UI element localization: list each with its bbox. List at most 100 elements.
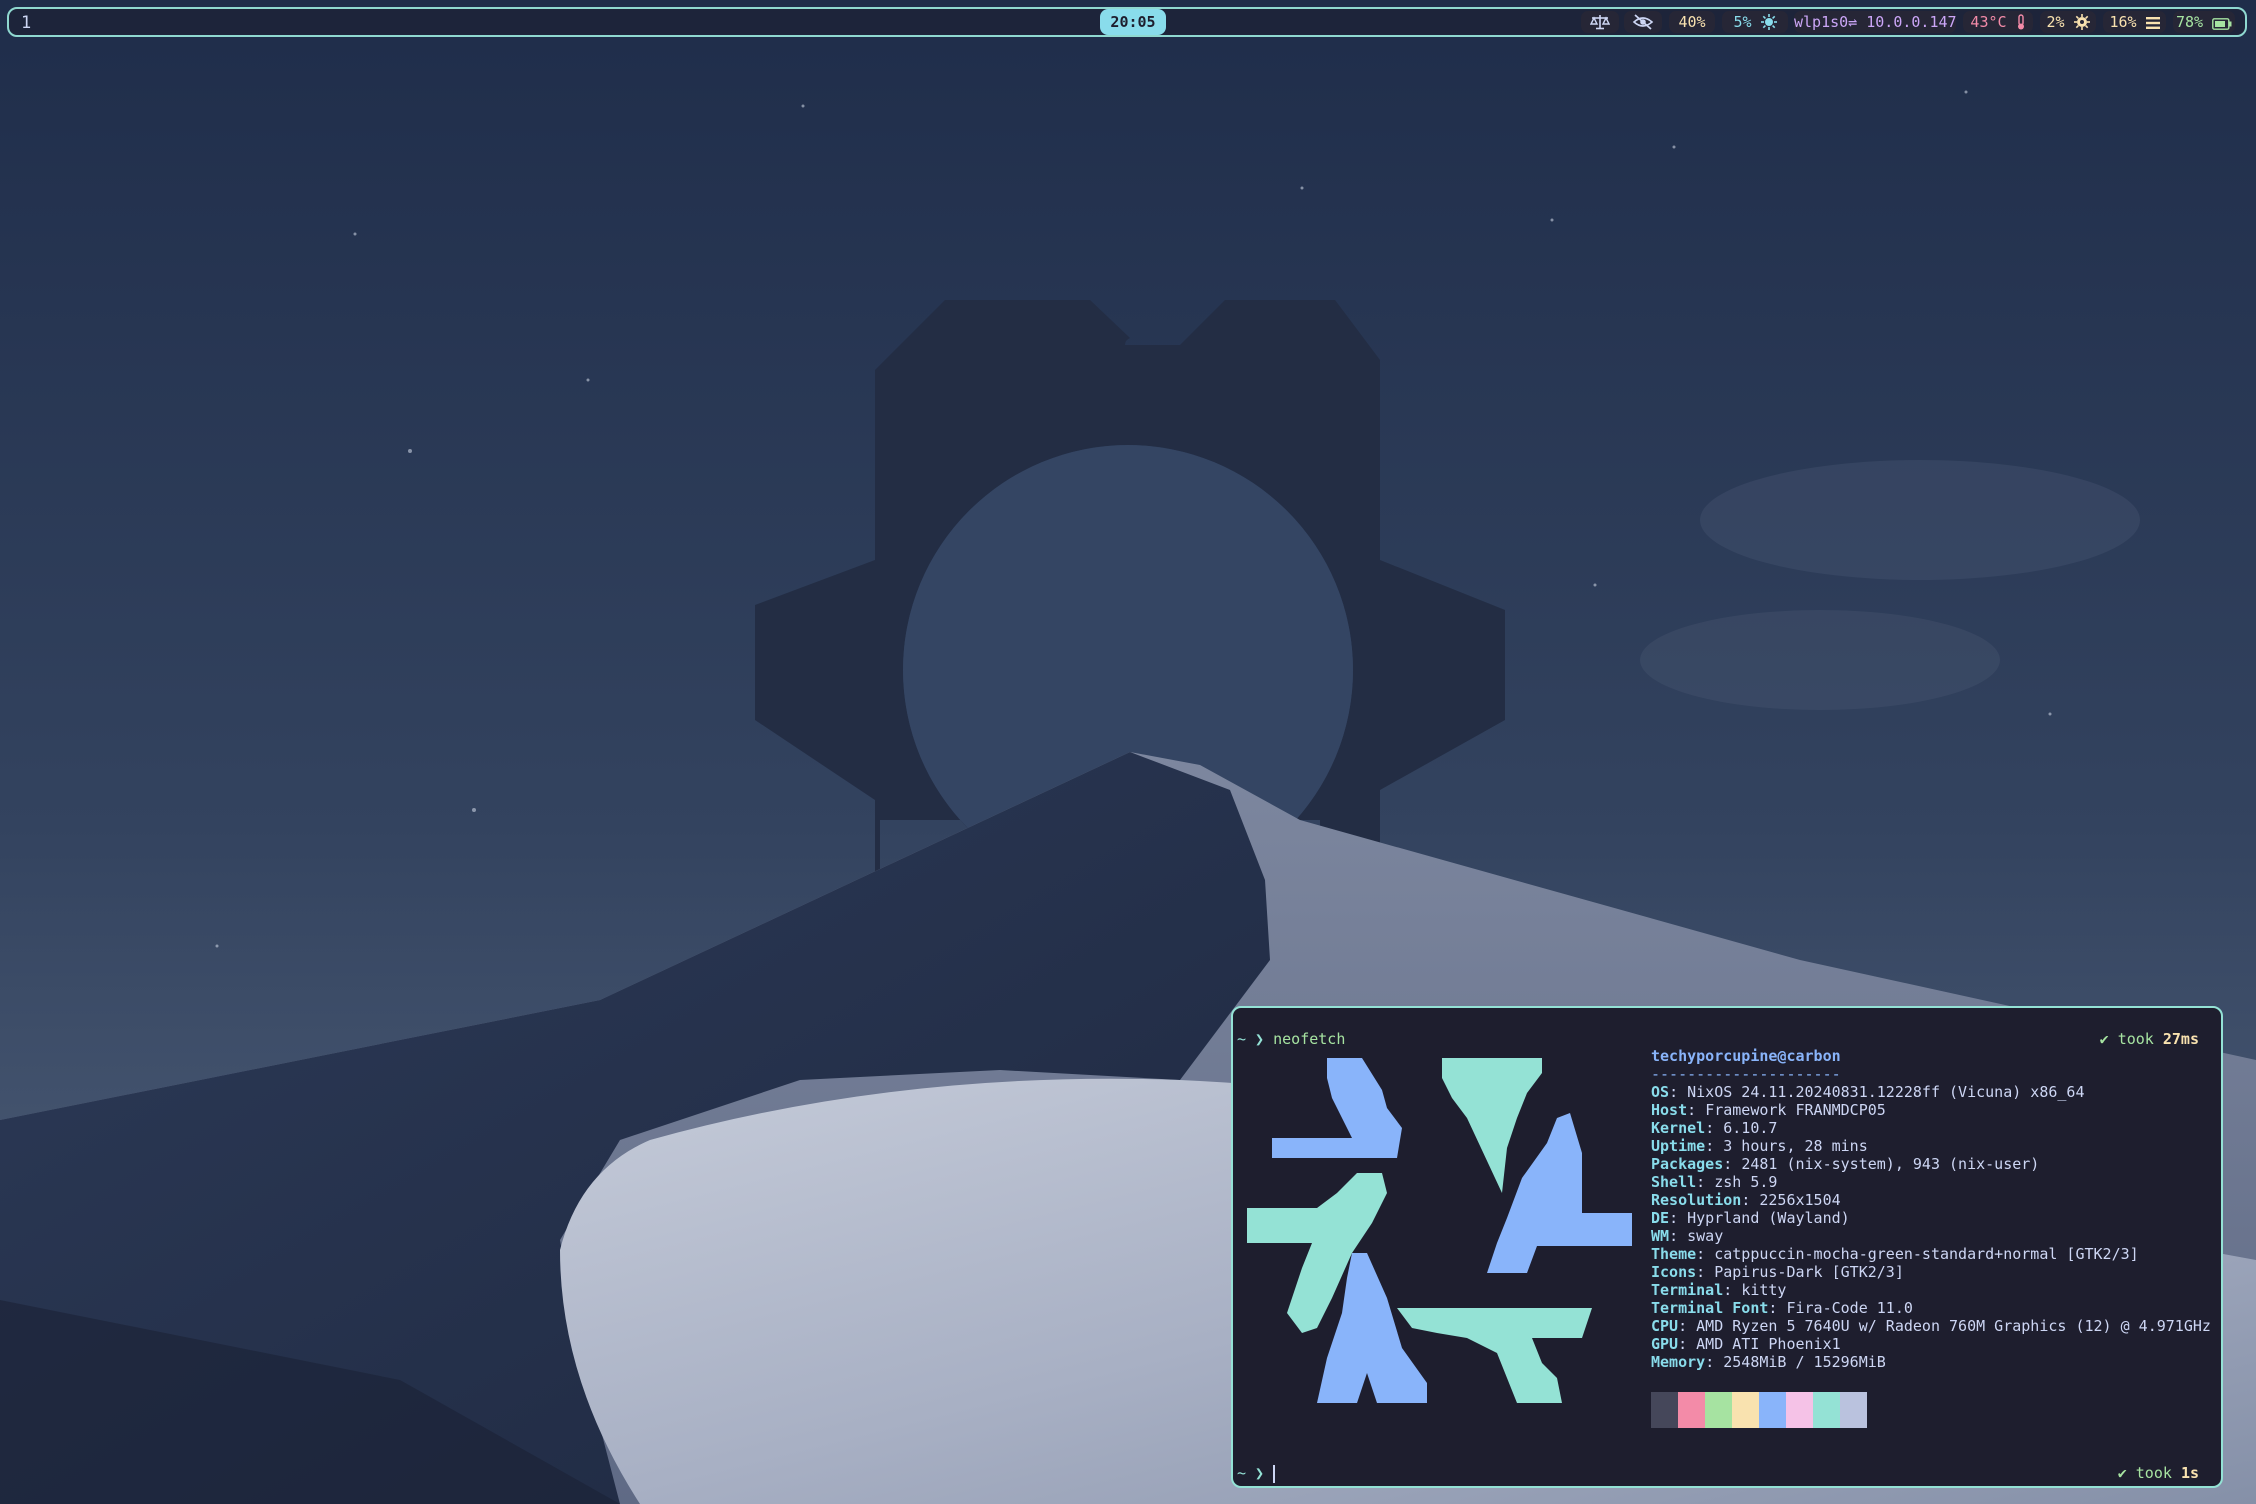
palette-swatch [1705,1392,1732,1428]
memory-module[interactable]: 16% [2103,11,2166,33]
color-palette [1651,1392,1867,1428]
info-colon: : [1678,1317,1697,1335]
info-key: DE [1651,1209,1670,1227]
info-row: OS: NixOS 24.11.20240831.12228ff (Vicuna… [1651,1083,2211,1101]
eye-off-icon [1632,14,1654,30]
info-colon: : [1741,1191,1760,1209]
user-host-title: techyporcupine@carbon [1651,1047,1841,1065]
info-row: GPU: AMD ATI Phoenix1 [1651,1335,2211,1353]
network-module[interactable]: wlp1s0⇌ 10.0.0.147 [1794,11,1957,33]
info-value: Hyprland (Wayland) [1687,1209,1850,1227]
desktop: 1 20:05 40% 5% wlp1s0⇌ 10.0.0.147 43°C 2… [0,0,2256,1504]
thermometer-icon [2017,14,2024,30]
volume-module[interactable]: 40% [1669,11,1715,33]
palette-swatch [1840,1392,1867,1428]
brightness-value: 5% [1733,13,1752,31]
info-value: Fira-Code 11.0 [1786,1299,1913,1317]
info-key: Packages [1651,1155,1724,1173]
took-second: ✔ took 1s [2118,1464,2199,1482]
palette-swatch [1732,1392,1759,1428]
info-row: DE: Hyprland (Wayland) [1651,1209,2211,1227]
info-colon: : [1696,1263,1715,1281]
info-value: 2481 (nix-system), 943 (nix-user) [1741,1155,2040,1173]
info-key: Kernel [1651,1119,1706,1137]
info-value: zsh 5.9 [1714,1173,1778,1191]
took-value: 1s [2180,1464,2199,1482]
info-colon: : [1723,1155,1742,1173]
info-row: Shell: zsh 5.9 [1651,1173,2211,1191]
prompt-line: ~ ❯ [1237,1464,1264,1482]
info-key: Terminal [1651,1281,1724,1299]
terminal-window[interactable]: ~ ❯ neofetch ✔ took 27ms techyporcupine@… [1231,1006,2223,1488]
took-label: ✔ took [2099,1030,2154,1048]
battery-module[interactable]: 78% [2173,11,2235,33]
workspace-indicator[interactable]: 1 [21,13,31,33]
info-key: WM [1651,1227,1670,1245]
info-row: Kernel: 6.10.7 [1651,1119,2211,1137]
brightness-module[interactable]: 5% [1722,11,1788,33]
info-row: WM: sway [1651,1227,2211,1245]
info-row: Uptime: 3 hours, 28 mins [1651,1137,2211,1155]
text-cursor [1273,1465,1275,1483]
info-key: Resolution [1651,1191,1742,1209]
info-value: Framework FRANMDCP05 [1705,1101,1886,1119]
memory-value: 16% [2109,13,2137,31]
info-row: CPU: AMD Ryzen 5 7640U w/ Radeon 760M Gr… [1651,1317,2211,1335]
info-key: Terminal Font [1651,1299,1769,1317]
info-colon: : [1696,1173,1715,1191]
info-key: Theme [1651,1245,1697,1263]
clock[interactable]: 20:05 [1100,9,1166,35]
info-colon: : [1669,1209,1688,1227]
info-row: Resolution: 2256x1504 [1651,1191,2211,1209]
info-value: kitty [1741,1281,1787,1299]
memory-icon [2145,17,2160,29]
network-value: wlp1s0⇌ 10.0.0.147 [1794,13,1957,31]
info-colon: : [1669,1227,1688,1245]
info-row: Icons: Papirus-Dark [GTK2/3] [1651,1263,2211,1281]
info-colon: : [1687,1101,1706,1119]
palette-swatch [1786,1392,1813,1428]
cpu-value: 2% [2046,13,2065,31]
info-value: 3 hours, 28 mins [1723,1137,1868,1155]
info-rows: OS: NixOS 24.11.20240831.12228ff (Vicuna… [1651,1083,2211,1371]
info-row: Theme: catppuccin-mocha-green-standard+n… [1651,1245,2211,1263]
info-value: AMD Ryzen 5 7640U w/ Radeon 760M Graphic… [1696,1317,2211,1335]
scale-icon [1589,15,1611,30]
command-text: neofetch [1273,1030,1346,1048]
info-key: Uptime [1651,1137,1706,1155]
info-value: 6.10.7 [1723,1119,1778,1137]
info-value: 2256x1504 [1759,1191,1841,1209]
title-separator: --------------------- [1651,1065,1841,1083]
palette-swatch [1651,1392,1678,1428]
eye-module[interactable] [1624,11,1662,33]
battery-icon [2212,18,2232,30]
info-value: Papirus-Dark [GTK2/3] [1714,1263,1904,1281]
info-colon: : [1669,1083,1688,1101]
took-label: ✔ took [2117,1464,2172,1482]
system-info: techyporcupine@carbon ------------------… [1651,1047,2211,1371]
took-first: ✔ took 27ms [2100,1030,2199,1048]
info-key: Memory [1651,1353,1706,1371]
prompt-symbol: ~ ❯ [1237,1030,1265,1048]
info-key: GPU [1651,1335,1679,1353]
cpu-icon [2073,14,2090,30]
info-key: CPU [1651,1317,1679,1335]
nixos-logo [1247,1058,1632,1403]
temperature-module[interactable]: 43°C [1963,11,2033,33]
palette-swatch [1678,1392,1705,1428]
info-key: Host [1651,1101,1688,1119]
top-bar: 1 20:05 40% 5% wlp1s0⇌ 10.0.0.147 43°C 2… [7,7,2247,37]
info-row: Memory: 2548MiB / 15296MiB [1651,1353,2211,1371]
info-key: Icons [1651,1263,1697,1281]
prompt-symbol: ~ ❯ [1237,1464,1265,1482]
info-value: NixOS 24.11.20240831.12228ff (Vicuna) x8… [1687,1083,2085,1101]
info-row: Terminal: kitty [1651,1281,2211,1299]
info-key: Shell [1651,1173,1697,1191]
command-line: ~ ❯ neofetch [1237,1030,1345,1048]
info-row: Host: Framework FRANMDCP05 [1651,1101,2211,1119]
idle-inhibitor-module[interactable] [1581,11,1619,33]
cpu-module[interactable]: 2% [2040,11,2096,33]
info-value: sway [1687,1227,1724,1245]
info-key: OS [1651,1083,1670,1101]
info-row: Packages: 2481 (nix-system), 943 (nix-us… [1651,1155,2211,1173]
